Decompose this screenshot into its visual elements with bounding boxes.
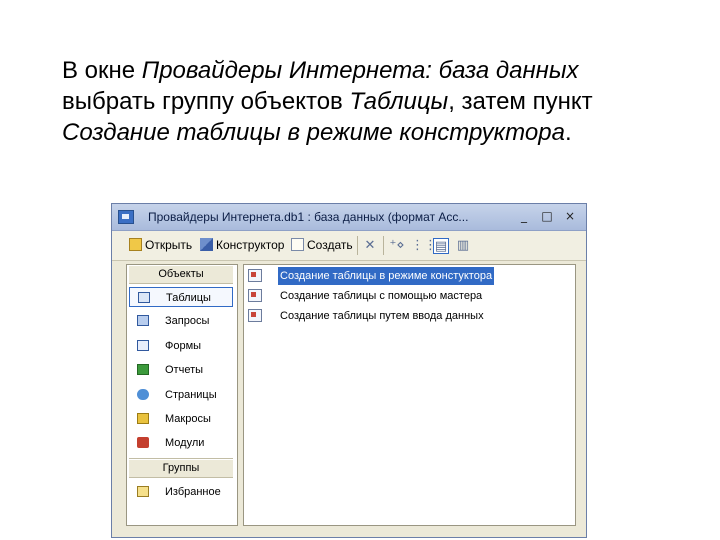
instruction-part: . (564, 119, 572, 146)
report-icon (137, 364, 149, 375)
design-table-icon (248, 269, 262, 282)
instruction-group-name: Таблицы (349, 88, 449, 115)
sidebar-item-label: Страницы (165, 389, 217, 401)
page-icon (137, 389, 149, 400)
design-icon (200, 238, 213, 251)
title-bar[interactable]: Провайдеры Интернета.db1 : база данных (… (112, 204, 586, 231)
instruction-part: выбрать группу объектов (62, 88, 350, 115)
datasheet-table-icon (248, 309, 262, 322)
small-icons-view-icon[interactable]: ⋮⋮ (411, 238, 437, 254)
create-button[interactable]: Создать (291, 238, 353, 254)
sidebar-item-label: Формы (165, 340, 202, 352)
module-icon (137, 437, 149, 448)
instruction-part: , затем пункт (448, 88, 593, 115)
instruction-text: В окне Провайдеры Интернета: база данных… (62, 55, 662, 148)
sidebar-item-label: Запросы (165, 315, 210, 327)
sidebar-item-label: Таблицы (166, 292, 211, 304)
query-icon (137, 315, 149, 326)
list-item-label: Создание таблицы в режиме констуктора (278, 267, 495, 285)
groups-header[interactable]: Группы (129, 460, 233, 478)
database-window: Провайдеры Интернета.db1 : база данных (… (111, 203, 587, 538)
list-item-label: Создание таблицы путем ввода данных (280, 310, 484, 322)
minimize-button[interactable]: _ (515, 208, 533, 224)
details-view-icon[interactable]: ▥ (455, 238, 471, 254)
favorites-icon (137, 486, 149, 497)
large-icons-view-icon[interactable]: ⁺⋄ (389, 238, 405, 254)
sidebar-item-macros[interactable]: Макросы (129, 409, 233, 429)
database-icon (118, 210, 134, 224)
list-item-label: Создание таблицы с помощью мастера (280, 290, 483, 302)
list-view-icon[interactable]: ▤ (433, 238, 449, 254)
create-label: Создать (307, 238, 353, 252)
objects-list: Создание таблицы в режиме констуктора Со… (243, 264, 576, 526)
folder-open-icon (129, 238, 142, 251)
toolbar-separator (357, 236, 358, 255)
sidebar-item-favorites[interactable]: Избранное (129, 482, 233, 502)
open-label: Открыть (145, 238, 193, 252)
macro-icon (137, 413, 149, 424)
toolbar-separator (383, 236, 384, 255)
window-title: Провайдеры Интернета.db1 : база данных (… (148, 210, 469, 224)
open-button[interactable]: Открыть (129, 238, 192, 254)
maximize-button[interactable]: □ (538, 208, 556, 224)
design-button[interactable]: Конструктор (200, 238, 284, 254)
objects-bar: Объекты Таблицы Запросы Формы Отчеты Стр… (126, 264, 238, 526)
sidebar-item-modules[interactable]: Модули (129, 433, 233, 453)
sidebar-item-forms[interactable]: Формы (129, 336, 233, 356)
sidebar-item-label: Избранное (165, 486, 221, 498)
instruction-part: В окне (62, 57, 142, 84)
instruction-item-name: Создание таблицы в режиме конструктора (62, 119, 565, 146)
divider (129, 458, 233, 459)
sidebar-item-reports[interactable]: Отчеты (129, 360, 233, 380)
instruction-window-name: Провайдеры Интернета: база данных (141, 57, 579, 84)
sidebar-item-label: Модули (165, 437, 205, 449)
sidebar-item-tables[interactable]: Таблицы (129, 287, 233, 307)
new-object-icon (291, 238, 304, 251)
design-label: Конструктор (216, 238, 285, 252)
form-icon (137, 340, 149, 351)
toolbar: Открыть Конструктор Создать ✕ ⁺⋄ ⋮⋮ ▤ ▥ (112, 231, 586, 261)
close-button[interactable]: × (561, 208, 579, 224)
table-icon (138, 292, 150, 303)
delete-icon[interactable]: ✕ (362, 238, 378, 254)
sidebar-item-label: Отчеты (165, 364, 204, 376)
sidebar-item-pages[interactable]: Страницы (129, 385, 233, 405)
wizard-table-icon (248, 289, 262, 302)
objects-header[interactable]: Объекты (129, 266, 233, 284)
sidebar-item-queries[interactable]: Запросы (129, 311, 233, 331)
sidebar-item-label: Макросы (165, 413, 211, 425)
